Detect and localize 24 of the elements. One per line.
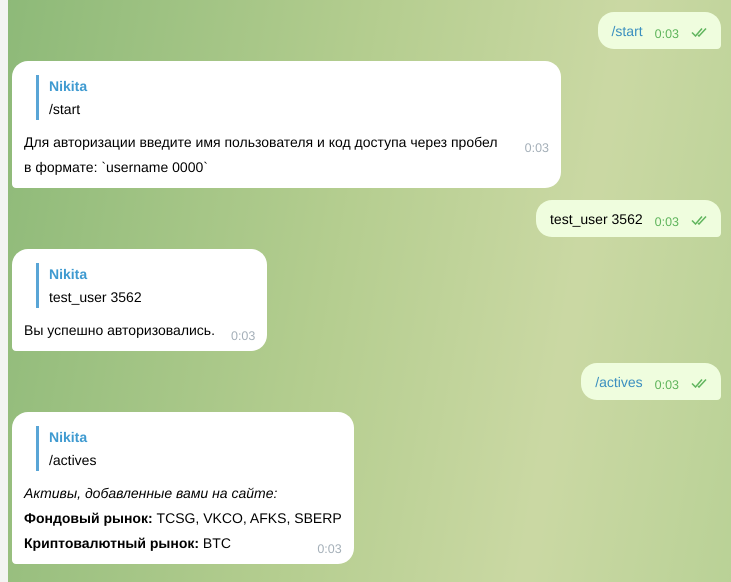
message-time: 0:03 <box>654 215 679 229</box>
message-text: Вы успешно авторизовались. <box>24 322 215 338</box>
reply-quote[interactable]: Nikita /start <box>36 75 549 120</box>
quote-author: Nikita <box>49 266 88 282</box>
message-text: test_user 3562 <box>550 211 643 227</box>
message-time: 0:03 <box>524 140 549 157</box>
quote-text: test_user 3562 <box>49 289 143 305</box>
message-text: Для авторизации введите имя пользователя и код доступа через пробел в формате: `username 0000` <box>24 134 498 175</box>
double-check-icon <box>691 378 709 388</box>
quote-text: /start <box>49 101 82 117</box>
reply-quote[interactable]: Nikita /actives <box>36 426 342 471</box>
message-text: Активы, добавленные вами на сайте: <box>24 485 278 501</box>
message-time: 0:03 <box>231 328 256 345</box>
message-text: Криптовалютный рынок: BTC <box>24 535 231 551</box>
quote-author: Nikita <box>49 78 88 94</box>
message-text: Фондовый рынок: TCSG, VKCO, AFKS, SBERP <box>24 510 342 526</box>
quote-text: /actives <box>49 452 98 468</box>
message-time: 0:03 <box>317 541 342 558</box>
reply-quote[interactable]: Nikita test_user 3562 <box>36 263 256 308</box>
message-time: 0:03 <box>654 378 679 392</box>
message-time: 0:03 <box>654 27 679 41</box>
double-check-icon <box>691 27 709 37</box>
quote-author: Nikita <box>49 429 88 445</box>
double-check-icon <box>691 215 709 225</box>
